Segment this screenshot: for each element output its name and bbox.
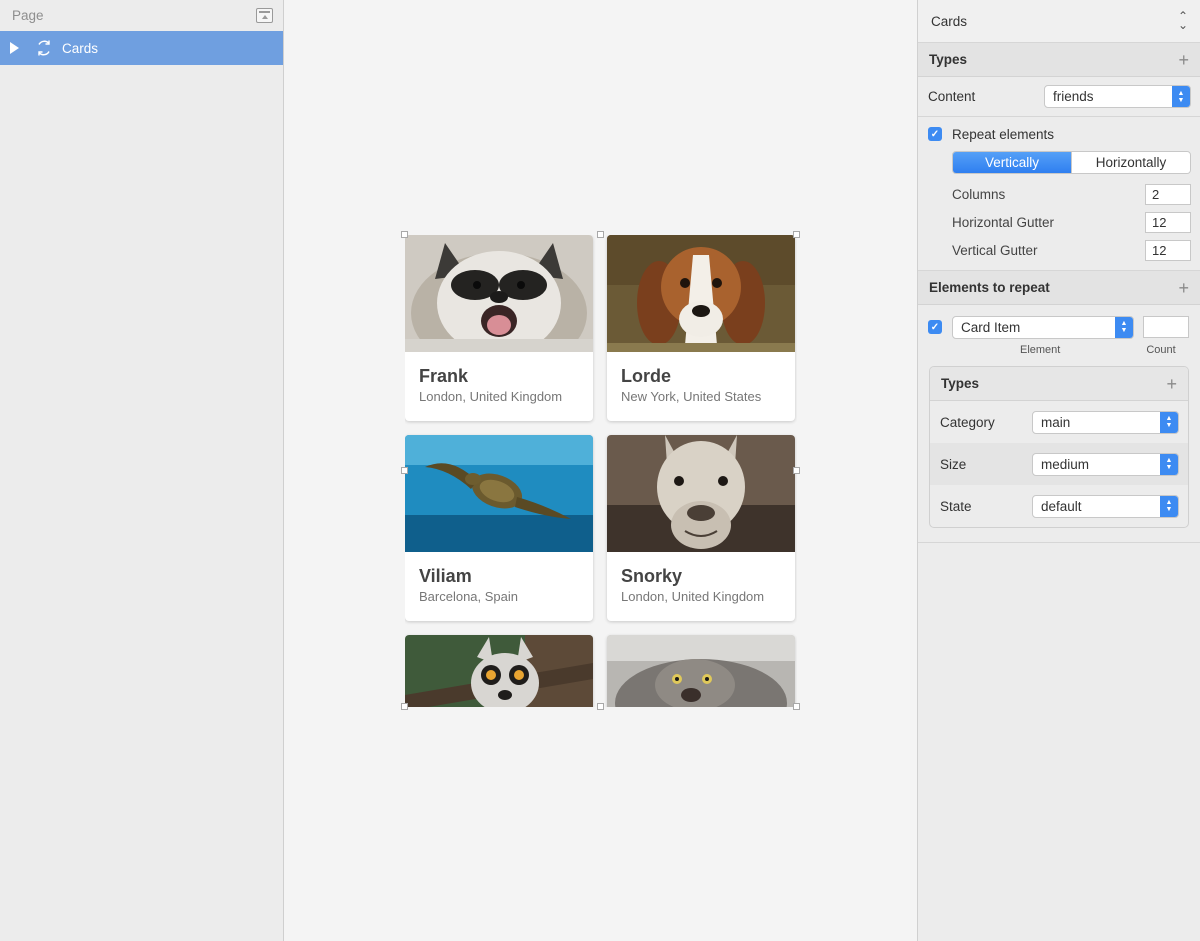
card-item[interactable] [607, 635, 795, 707]
vertical-gutter-row: Vertical Gutter 12 [952, 236, 1191, 264]
inspector-header[interactable]: Cards ⌃ ⌄ [918, 0, 1200, 43]
content-label: Content [928, 89, 976, 104]
category-row: Category main ▲ ▼ [930, 401, 1188, 443]
resize-handle[interactable] [793, 467, 800, 474]
card-name: Viliam [419, 566, 472, 586]
element-types-header: Types + [930, 367, 1188, 401]
types-label: Types [929, 52, 968, 67]
repeat-grid[interactable]: Frank London, United Kingdom Lorde New Y… [405, 235, 797, 707]
panel-divider [918, 542, 1200, 543]
content-value: friends [1053, 89, 1094, 104]
lemur-photo [405, 635, 593, 707]
llama-photo [607, 435, 795, 552]
resize-handle[interactable] [793, 703, 800, 710]
repeat-section: ✓ Repeat elements Vertically Horizontall… [918, 117, 1200, 271]
collapse-panel-icon[interactable] [256, 8, 273, 23]
repeat-elements-checkbox[interactable]: ✓ [928, 127, 942, 141]
card-name: Frank [419, 366, 469, 386]
select-arrows-icon: ▲ ▼ [1115, 316, 1133, 338]
vertical-gutter-input[interactable]: 12 [1145, 239, 1191, 261]
element-checkbox[interactable]: ✓ [928, 320, 942, 334]
columns-label: Columns [952, 186, 1006, 202]
card-item[interactable]: Snorky London, United Kingdom [607, 435, 795, 621]
component-name: Cards [931, 13, 968, 29]
element-types-label: Types [941, 376, 980, 391]
element-row: ✓ Card Item ▲ ▼ [928, 315, 1191, 339]
layer-label: Cards [62, 40, 99, 56]
elements-section-header: Elements to repeat + [918, 271, 1200, 305]
element-value: Card Item [961, 319, 1021, 335]
repeat-grid-icon [35, 39, 53, 57]
columns-input[interactable]: 2 [1145, 183, 1191, 205]
add-element-icon[interactable]: + [1178, 279, 1189, 297]
element-types-box: Types + Category main ▲ ▼ Size medium ▲ ▼ … [929, 366, 1189, 528]
beagle-photo [607, 235, 795, 352]
types-section-header: Types + [918, 43, 1200, 77]
raccoon-photo [405, 235, 593, 352]
category-select[interactable]: main ▲ ▼ [1032, 410, 1179, 434]
elements-label: Elements to repeat [929, 280, 1050, 295]
card-location: London, United Kingdom [419, 389, 563, 404]
count-input[interactable] [1143, 316, 1189, 338]
state-select[interactable]: default ▲ ▼ [1032, 494, 1179, 518]
disclosure-triangle-icon[interactable] [10, 42, 19, 54]
direction-segmented-control[interactable]: Vertically Horizontally [952, 151, 1191, 174]
repeat-elements-label: Repeat elements [952, 126, 1055, 142]
repeat-elements-row[interactable]: ✓ Repeat elements [928, 123, 1191, 145]
select-arrows-icon: ▲ ▼ [1160, 453, 1178, 475]
card-item[interactable]: Viliam Barcelona, Spain [405, 435, 593, 621]
canvas[interactable]: Frank London, United Kingdom Lorde New Y… [285, 0, 917, 941]
size-select[interactable]: medium ▲ ▼ [1032, 452, 1179, 476]
resize-handle[interactable] [793, 231, 800, 238]
count-caption: Count [1146, 344, 1176, 356]
layers-header: Page [0, 0, 283, 31]
resize-handle[interactable] [597, 703, 604, 710]
vertically-button[interactable]: Vertically [953, 152, 1071, 173]
horizontally-button[interactable]: Horizontally [1071, 152, 1190, 173]
card-name: Lorde [621, 366, 672, 386]
resize-handle[interactable] [401, 231, 408, 238]
state-row: State default ▲ ▼ [930, 485, 1188, 527]
resize-handle[interactable] [401, 467, 408, 474]
vertical-gutter-label: Vertical Gutter [952, 242, 1038, 258]
inspector-panel: Cards ⌃ ⌄ Types + Content friends ▲ ▼ ✓ Re… [917, 0, 1200, 941]
size-label: Size [940, 456, 967, 472]
category-value: main [1041, 414, 1071, 430]
horizontal-gutter-label: Horizontal Gutter [952, 214, 1055, 230]
resize-handle[interactable] [401, 703, 408, 710]
category-label: Category [940, 414, 995, 430]
page-label: Page [12, 8, 44, 23]
sea-turtle-photo [405, 435, 593, 552]
card-location: London, United Kingdom [621, 589, 765, 604]
content-row: Content friends ▲ ▼ [918, 77, 1200, 117]
layers-panel: Page Cards [0, 0, 284, 941]
size-row: Size medium ▲ ▼ [930, 443, 1188, 485]
state-label: State [940, 498, 972, 514]
size-value: medium [1041, 456, 1090, 472]
layer-item-cards[interactable]: Cards [0, 31, 283, 65]
element-select[interactable]: Card Item ▲ ▼ [952, 315, 1134, 339]
card-location: Barcelona, Spain [419, 589, 519, 604]
horizontal-gutter-input[interactable]: 12 [1145, 211, 1191, 233]
card-name: Snorky [621, 566, 683, 586]
card-item[interactable] [405, 635, 593, 707]
select-arrows-icon: ▲ ▼ [1160, 411, 1178, 433]
card-location: New York, United States [621, 389, 762, 404]
element-caption: Element [1020, 344, 1061, 356]
card-item[interactable]: Frank London, United Kingdom [405, 235, 593, 421]
element-row-container: ✓ Card Item ▲ ▼ Element Count [918, 305, 1200, 366]
resize-handle[interactable] [597, 231, 604, 238]
state-value: default [1041, 498, 1082, 514]
columns-row: Columns 2 [952, 180, 1191, 208]
element-captions: Element Count [928, 340, 1191, 360]
select-arrows-icon: ▲ ▼ [1160, 495, 1178, 517]
add-element-type-icon[interactable]: + [1166, 375, 1177, 393]
content-select[interactable]: friends ▲ ▼ [1044, 85, 1191, 108]
up-down-chevron-icon[interactable]: ⌃ ⌄ [1178, 10, 1188, 31]
select-arrows-icon: ▲ ▼ [1172, 86, 1190, 107]
card-item[interactable]: Lorde New York, United States [607, 235, 795, 421]
horizontal-gutter-row: Horizontal Gutter 12 [952, 208, 1191, 236]
add-type-icon[interactable]: + [1178, 51, 1189, 69]
manul-cat-photo [607, 635, 795, 707]
